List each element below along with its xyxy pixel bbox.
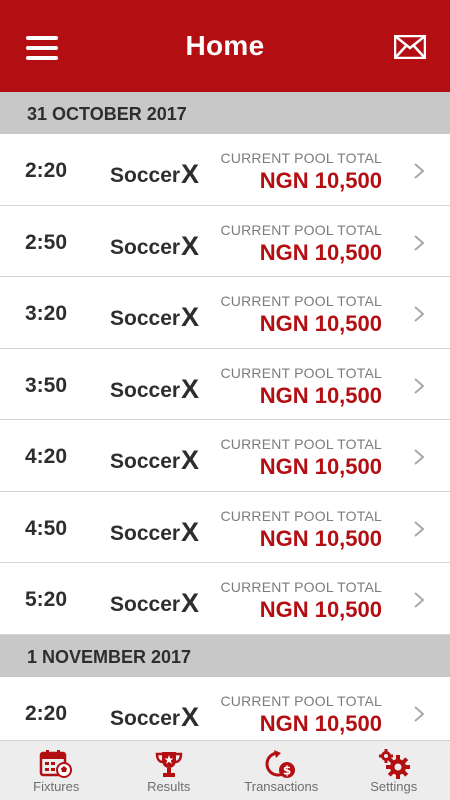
game-name-prefix: Soccer xyxy=(110,235,181,259)
game-name: SoccerX xyxy=(110,516,199,547)
game-name-prefix: Soccer xyxy=(110,450,181,473)
fixture-row[interactable]: 3:50 SoccerX CURRENT POOL TOTAL NGN 10,500 xyxy=(0,348,450,420)
game-name-suffix: X xyxy=(181,588,200,618)
game-name: SoccerX xyxy=(110,230,199,261)
pool-total-label: CURRENT POOL TOTAL xyxy=(220,293,382,309)
tab-transactions[interactable]: $ Transactions xyxy=(225,741,338,800)
game-name: SoccerX xyxy=(110,587,199,618)
fixture-row[interactable]: 2:50 SoccerX CURRENT POOL TOTAL NGN 10,500 xyxy=(0,205,450,277)
tab-settings[interactable]: Settings xyxy=(338,741,450,800)
game-name: SoccerX xyxy=(110,158,199,189)
date-section-header: 31 OCTOBER 2017 xyxy=(0,92,450,134)
pool-total-value: NGN 10,500 xyxy=(259,454,382,479)
pool-total-label: CURRENT POOL TOTAL xyxy=(220,507,382,524)
chevron-right-icon xyxy=(413,162,425,185)
fixture-time: 3:20 xyxy=(25,302,68,325)
chevron-right-icon xyxy=(413,705,425,728)
pool-total-value: NGN 10,500 xyxy=(259,311,382,336)
fixture-time: 2:20 xyxy=(25,159,68,182)
tab-label: Settings xyxy=(370,779,418,794)
game-name-suffix: X xyxy=(181,230,200,261)
tab-label: Results xyxy=(147,779,191,794)
fixture-row[interactable]: 4:20 SoccerX CURRENT POOL TOTAL NGN 10,500 xyxy=(0,420,450,492)
page-title: Home xyxy=(185,30,265,61)
game-name-suffix: X xyxy=(181,701,200,732)
game-name: SoccerX xyxy=(110,701,199,732)
pool-total-value: NGN 10,500 xyxy=(259,710,382,736)
fixture-time: 4:20 xyxy=(25,445,68,468)
game-name: SoccerX xyxy=(110,373,199,404)
pool-total-label: CURRENT POOL TOTAL xyxy=(220,364,382,381)
game-name-prefix: Soccer xyxy=(110,307,181,330)
game-name-prefix: Soccer xyxy=(110,521,181,545)
chevron-right-icon xyxy=(413,305,425,328)
game-name: SoccerX xyxy=(110,301,199,332)
game-name-suffix: X xyxy=(181,159,200,189)
game-name-prefix: Soccer xyxy=(110,593,181,616)
pool-total-value: NGN 10,500 xyxy=(259,239,382,265)
chevron-right-icon xyxy=(413,377,425,400)
envelope-icon[interactable] xyxy=(393,34,427,64)
pool-total-value: NGN 10,500 xyxy=(259,382,382,408)
game-name-suffix: X xyxy=(181,373,200,404)
svg-text:$: $ xyxy=(283,764,291,778)
bottom-tab-bar: Fixtures Results $ Transactions Settings xyxy=(0,740,450,800)
fixture-time: 2:50 xyxy=(25,230,68,254)
game-name-suffix: X xyxy=(181,445,200,475)
date-section-header: 1 NOVEMBER 2017 xyxy=(0,634,450,677)
pool-total-value: NGN 10,500 xyxy=(259,525,382,551)
fixtures-list[interactable]: 31 OCTOBER 2017 2:20 SoccerX CURRENT POOL T… xyxy=(0,92,450,740)
tab-fixtures[interactable]: Fixtures xyxy=(0,741,113,800)
pool-total-label: CURRENT POOL TOTAL xyxy=(220,150,382,166)
game-name-suffix: X xyxy=(181,302,200,332)
pool-total-label: CURRENT POOL TOTAL xyxy=(220,221,382,238)
chevron-right-icon xyxy=(413,234,425,257)
game-name-prefix: Soccer xyxy=(110,378,181,402)
pool-total-value: NGN 10,500 xyxy=(259,168,382,193)
tab-results[interactable]: Results xyxy=(113,741,226,800)
tab-label: Fixtures xyxy=(33,779,80,794)
pool-total-label: CURRENT POOL TOTAL xyxy=(220,436,382,452)
game-name-suffix: X xyxy=(181,516,200,547)
game-name-prefix: Soccer xyxy=(110,706,181,730)
fixture-row[interactable]: 2:20 SoccerX CURRENT POOL TOTAL NGN 10,500 xyxy=(0,134,450,206)
fixture-time: 2:20 xyxy=(25,701,68,725)
pool-total-label: CURRENT POOL TOTAL xyxy=(220,579,382,595)
tab-label: Transactions xyxy=(244,779,319,794)
fixture-row[interactable]: 4:50 SoccerX CURRENT POOL TOTAL NGN 10,500 xyxy=(0,491,450,563)
fixture-row[interactable]: 3:20 SoccerX CURRENT POOL TOTAL NGN 10,500 xyxy=(0,277,450,349)
app-header: Home xyxy=(0,0,450,92)
game-name: SoccerX xyxy=(110,444,199,475)
game-name-prefix: Soccer xyxy=(110,164,181,187)
pool-total-label: CURRENT POOL TOTAL xyxy=(220,692,382,709)
chevron-right-icon xyxy=(413,591,425,614)
pool-total-value: NGN 10,500 xyxy=(259,597,382,622)
fixture-time: 4:50 xyxy=(25,516,68,540)
fixture-time: 5:20 xyxy=(25,588,68,611)
fixture-row[interactable]: 5:20 SoccerX CURRENT POOL TOTAL NGN 10,500 xyxy=(0,563,450,635)
chevron-right-icon xyxy=(413,448,425,471)
fixture-row[interactable]: 2:20 SoccerX CURRENT POOL TOTAL NGN 10,500 xyxy=(0,676,450,740)
fixture-time: 3:50 xyxy=(25,373,68,397)
chevron-right-icon xyxy=(413,520,425,543)
